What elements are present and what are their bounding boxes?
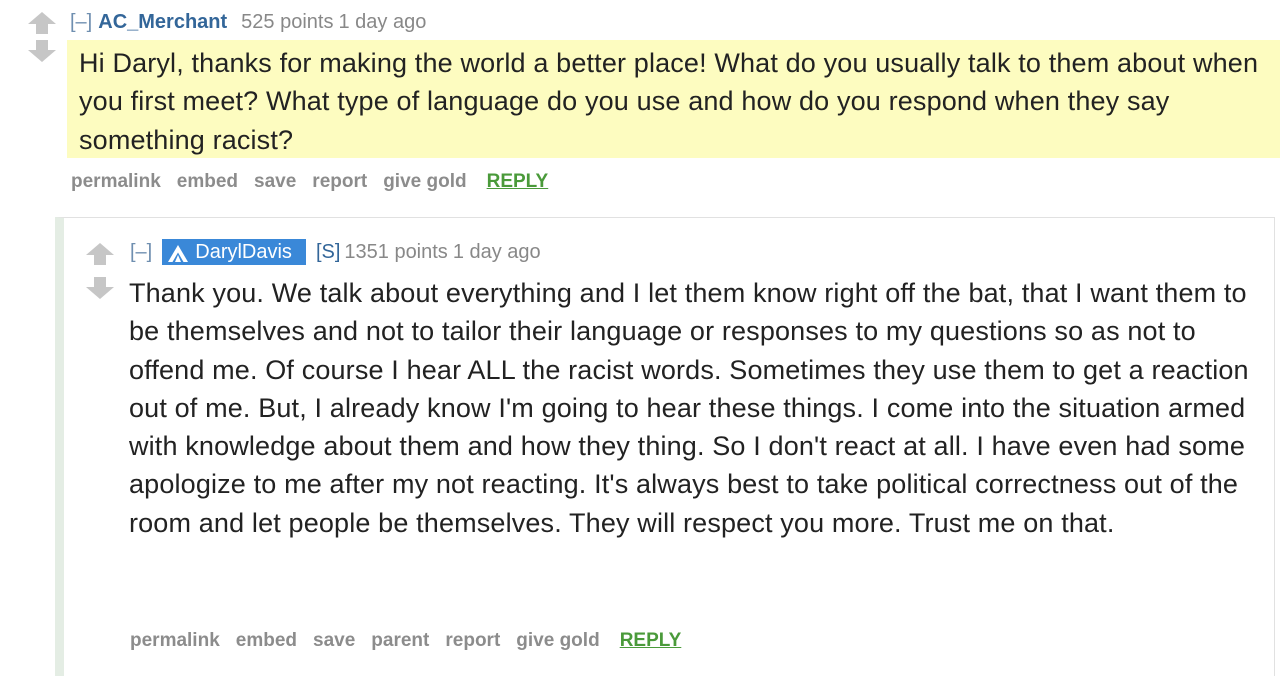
verified-a-icon <box>168 243 189 269</box>
author-flair-badge[interactable]: DarylDavis <box>162 239 306 265</box>
reply-time: 1 day ago <box>452 241 541 263</box>
author-link[interactable]: AC_Merchant <box>98 11 227 33</box>
save-button[interactable]: save <box>254 171 296 192</box>
comment-time: 1 day ago <box>338 11 427 33</box>
author-link: DarylDavis <box>195 241 292 263</box>
comment-score: 525 points <box>241 11 334 33</box>
downvote-arrow-icon[interactable] <box>27 40 57 62</box>
upvote-arrow-icon[interactable] <box>85 243 115 265</box>
reply-text: Thank you. We talk about everything and … <box>129 278 1249 538</box>
downvote-arrow-icon[interactable] <box>85 277 115 299</box>
reply-score: 1351 points <box>344 241 448 263</box>
parent-button[interactable]: parent <box>371 630 429 651</box>
save-button[interactable]: save <box>313 630 355 651</box>
embed-button[interactable]: embed <box>236 630 297 651</box>
collapse-toggle[interactable]: [–] <box>130 241 152 263</box>
permalink-button[interactable]: permalink <box>71 171 161 192</box>
reply-button[interactable]: REPLY <box>487 171 549 192</box>
comment-thread: [–] AC_Merchant 525 points 1 day ago Hi Dar… <box>0 0 1280 676</box>
upvote-arrow-icon[interactable] <box>27 12 57 34</box>
comment-action-buttons: permalink embed save report give gold REPLY <box>71 171 564 193</box>
embed-button[interactable]: embed <box>177 171 238 192</box>
comment-tagline: [–] AC_Merchant 525 points 1 day ago <box>70 9 426 35</box>
give-gold-button[interactable]: give gold <box>516 630 599 651</box>
report-button[interactable]: report <box>445 630 500 651</box>
reply-body: Thank you. We talk about everything and … <box>129 274 1249 542</box>
reply-action-buttons: permalink embed save parent report give gold R… <box>130 630 697 652</box>
reply-button[interactable]: REPLY <box>620 630 682 651</box>
give-gold-button[interactable]: give gold <box>383 171 466 192</box>
report-button[interactable]: report <box>312 171 367 192</box>
reply-tagline: [–] DarylDavis [S] 1351 points 1 day ago <box>130 239 541 265</box>
comment-body: Hi Daryl, thanks for making the world a … <box>67 40 1280 158</box>
permalink-button[interactable]: permalink <box>130 630 220 651</box>
collapse-toggle[interactable]: [–] <box>70 11 92 33</box>
submitter-tag[interactable]: [S] <box>316 241 340 263</box>
comment-text: Hi Daryl, thanks for making the world a … <box>79 48 1259 155</box>
